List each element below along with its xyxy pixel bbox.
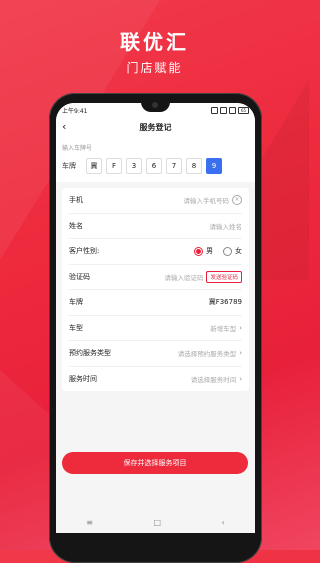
chevron-right-icon: › (239, 374, 242, 383)
plate-char-box[interactable]: 8 (186, 158, 202, 174)
plate-char-box[interactable]: F (106, 158, 122, 174)
wifi-icon (229, 106, 236, 114)
chevron-right-icon: › (239, 349, 242, 358)
phone-screen: 上午9:41 65 ‹ 服务登记 输入车牌号 车牌 冀 F 3 6 7 8 9 … (56, 103, 255, 533)
service-type-label: 预约服务类型 (69, 349, 111, 358)
service-type-row[interactable]: 预约服务类型 请选择预约服务类型 › (69, 341, 242, 367)
service-time-row[interactable]: 服务时间 请选择服务时间 › (69, 367, 242, 392)
gender-radio-group: 男 女 (194, 246, 242, 256)
car-model-placeholder: 新增车型 (210, 324, 237, 333)
service-type-placeholder: 请选择预约服务类型 (177, 350, 237, 359)
gender-female-label: 女 (235, 247, 242, 256)
signal-icon (220, 106, 227, 114)
chevron-left-icon[interactable]: ‹ (62, 120, 66, 133)
plate-char-box-active[interactable]: 9 (206, 158, 222, 174)
brand-header: 联优汇 门店赋能 (0, 26, 309, 76)
plate-display-row: 车牌 冀F36789 (69, 290, 242, 316)
plate-row: 车牌 冀 F 3 6 7 8 9 (62, 158, 249, 174)
plate-char-box[interactable]: 7 (166, 158, 182, 174)
car-model-label: 车型 (69, 323, 83, 332)
name-label: 姓名 (69, 221, 83, 230)
status-time: 上午9:41 (62, 107, 88, 115)
plate-hint: 输入车牌号 (62, 145, 93, 152)
back-icon[interactable]: ‹ (222, 518, 225, 527)
menu-icon[interactable]: ≡ (86, 518, 93, 527)
code-input[interactable]: 请输入验证码 (164, 272, 203, 282)
plate-char-box[interactable]: 冀 (86, 158, 102, 174)
radio-checked-icon (194, 246, 203, 256)
system-nav-bar: ≡ □ ‹ (56, 511, 255, 533)
brand-title: 联优汇 (120, 30, 189, 54)
battery-icon: 65 (238, 106, 249, 114)
alarm-icon (211, 106, 218, 114)
gender-male-label: 男 (206, 247, 213, 256)
name-row: 姓名 请输入姓名 (69, 214, 243, 239)
plate-char-box[interactable]: 6 (146, 158, 162, 174)
home-icon[interactable]: □ (153, 518, 161, 527)
form-card: 手机 请输入手机号码 × 姓名 请输入姓名 客户性别: 男 女 验证码 请输入验… (62, 188, 249, 391)
code-label: 验证码 (69, 272, 90, 281)
phone-input[interactable]: 请输入手机号码 × (183, 195, 242, 206)
gender-female-radio[interactable]: 女 (223, 246, 242, 256)
plate-label: 车牌 (62, 162, 76, 170)
page-title: 服务登记 (139, 122, 172, 132)
radio-unchecked-icon (223, 246, 232, 256)
gender-label: 客户性别: (69, 247, 100, 256)
chevron-right-icon: › (239, 323, 242, 332)
phone-placeholder: 请输入手机号码 (183, 197, 230, 206)
plate-char-box[interactable]: 3 (126, 158, 142, 174)
code-row: 验证码 请输入验证码 发送验证码 (69, 265, 242, 290)
service-time-placeholder: 请选择服务时间 (190, 375, 237, 384)
send-code-button[interactable]: 发送验证码 (206, 270, 242, 283)
service-time-label: 服务时间 (69, 374, 97, 383)
name-input[interactable]: 请输入姓名 (210, 221, 243, 231)
plate-display-label: 车牌 (69, 298, 83, 307)
gender-row: 客户性别: 男 女 (69, 239, 242, 265)
phone-row: 手机 请输入手机号码 × (69, 188, 242, 214)
gender-male-radio[interactable]: 男 (194, 246, 213, 256)
save-and-select-service-button[interactable]: 保存并选择服务项目 (62, 452, 248, 474)
nav-bar: ‹ 服务登记 (56, 117, 255, 137)
camera-icon (152, 102, 158, 108)
plate-value: 冀F36789 (208, 298, 242, 307)
plate-input-section: 输入车牌号 车牌 冀 F 3 6 7 8 9 (56, 137, 255, 182)
brand-subtitle: 门店赋能 (126, 61, 183, 75)
car-model-row[interactable]: 车型 新增车型 › (69, 316, 242, 341)
clear-icon[interactable]: × (232, 195, 242, 206)
phone-label: 手机 (69, 196, 83, 205)
